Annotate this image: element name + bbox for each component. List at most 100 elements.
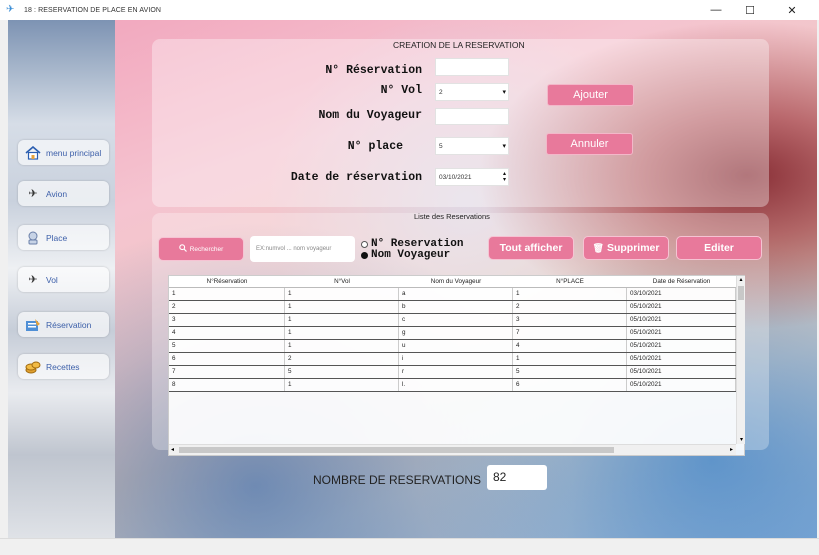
search-input[interactable]: EX:numvol ... nom voyageur — [250, 236, 355, 262]
table-cell: 3 — [513, 314, 627, 326]
chevron-down-icon: ▾ — [502, 143, 506, 150]
nav-label: Recettes — [46, 361, 80, 372]
scroll-up-icon[interactable]: ▴ — [737, 276, 745, 284]
supprimer-button[interactable]: 🗑 Supprimer — [583, 236, 669, 260]
nav-avion-button[interactable]: ✈ Avion — [18, 181, 109, 206]
column-header[interactable]: N°Vol — [285, 276, 399, 287]
form-title: CREATION DE LA RESERVATION — [393, 40, 525, 50]
table-cell: 05/10/2021 — [627, 314, 736, 326]
table-cell: 05/10/2021 — [627, 327, 736, 339]
table-cell: 05/10/2021 — [627, 301, 736, 313]
table-cell: 05/10/2021 — [627, 340, 736, 352]
nav-vol-button[interactable]: ✈ Vol — [18, 267, 109, 292]
table-row[interactable]: 2 1 b 2 05/10/2021 — [169, 301, 736, 314]
maximize-button[interactable]: ☐ — [733, 0, 767, 20]
table-row[interactable]: 1 1 a 1 03/10/2021 — [169, 288, 736, 301]
date-reservation-label: Date de réservation — [290, 171, 422, 184]
table-cell: 1 — [169, 288, 285, 300]
table-cell: l. — [399, 379, 513, 391]
reservation-icon — [25, 318, 41, 332]
table-cell: 05/10/2021 — [627, 366, 736, 378]
nom-voyageur-label: Nom du Voyageur — [318, 109, 422, 122]
annuler-button[interactable]: Annuler — [546, 133, 633, 155]
table-row[interactable]: 4 1 g 7 05/10/2021 — [169, 327, 736, 340]
column-header[interactable]: Date de Réservation — [627, 276, 736, 287]
app-window: ✈ 18 : RESERVATION DE PLACE EN AVION — ☐… — [0, 0, 819, 555]
nombre-reservations-label: NOMBRE DE RESERVATIONS — [313, 473, 482, 487]
table-cell: 1 — [513, 353, 627, 365]
table-row[interactable]: 8 1 l. 6 05/10/2021 — [169, 379, 736, 392]
chevron-down-icon: ▾ — [502, 89, 506, 96]
table-cell: 5 — [285, 366, 399, 378]
table-row[interactable]: 5 1 u 4 05/10/2021 — [169, 340, 736, 353]
scroll-thumb[interactable] — [179, 447, 614, 453]
num-place-select[interactable]: 5 ▾ — [435, 137, 509, 155]
table-row[interactable]: 6 2 i 1 05/10/2021 — [169, 353, 736, 366]
table-cell: b — [399, 301, 513, 313]
rechercher-label: Rechercher — [189, 245, 224, 253]
title-bar: ✈ 18 : RESERVATION DE PLACE EN AVION — ☐… — [0, 0, 819, 20]
editer-button[interactable]: Editer — [676, 236, 762, 260]
app-airplane-icon: ✈ — [6, 4, 15, 15]
sidebar: menu principal ✈ Avion Place ✈ Vol Réser… — [8, 20, 115, 538]
table-cell: 1 — [285, 379, 399, 391]
nombre-reservations-count: 82 — [487, 465, 547, 490]
nav-label: Avion — [46, 188, 68, 199]
table-cell: g — [399, 327, 513, 339]
nav-recettes-button[interactable]: Recettes — [18, 354, 109, 379]
table-cell: a — [399, 288, 513, 300]
close-button[interactable]: ✕ — [775, 0, 809, 20]
reservations-table[interactable]: N°Réservation N°Vol Nom du Voyageur N°PL… — [168, 275, 745, 456]
list-title: Liste des Reservations — [414, 212, 490, 221]
table-row[interactable]: 3 1 c 3 05/10/2021 — [169, 314, 736, 327]
date-reservation-picker[interactable]: 03/10/2021 ▴ ▾ — [435, 168, 509, 186]
spinner-icon: ▴ ▾ — [502, 171, 506, 183]
nav-reservation-button[interactable]: Réservation — [18, 312, 109, 337]
num-vol-value: 2 — [439, 88, 443, 96]
nav-place-button[interactable]: Place — [18, 225, 109, 250]
nav-label: Vol — [46, 274, 58, 285]
radio-nom-voyageur[interactable]: Nom Voyageur — [361, 249, 450, 261]
seat-icon — [25, 231, 41, 245]
num-vol-select[interactable]: 2 ▾ — [435, 83, 509, 101]
scroll-down-icon[interactable]: ▾ — [737, 436, 746, 443]
table-cell: 4 — [513, 340, 627, 352]
scroll-left-icon[interactable]: ◂ — [171, 446, 174, 453]
rechercher-button[interactable]: Rechercher — [158, 237, 244, 261]
num-reservation-input[interactable] — [435, 58, 509, 76]
table-cell: 6 — [513, 379, 627, 391]
nav-menu-principal-button[interactable]: menu principal — [18, 140, 109, 165]
ajouter-button[interactable]: Ajouter — [547, 84, 634, 106]
scroll-thumb[interactable] — [738, 286, 744, 300]
table-cell: 05/10/2021 — [627, 379, 736, 391]
scroll-right-icon[interactable]: ▸ — [730, 446, 733, 453]
tout-afficher-button[interactable]: Tout afficher — [488, 236, 574, 260]
nav-label: Réservation — [46, 319, 92, 330]
radio-circle-icon — [361, 251, 368, 259]
column-header[interactable]: N°Réservation — [169, 276, 285, 287]
table-cell: 8 — [169, 379, 285, 391]
radio-circle-icon — [361, 240, 368, 248]
supprimer-label: Supprimer — [606, 242, 660, 254]
table-cell: i — [399, 353, 513, 365]
column-header[interactable]: Nom du Voyageur — [399, 276, 513, 287]
num-reservation-label: N° Réservation — [325, 64, 422, 77]
table-cell: 7 — [169, 366, 285, 378]
column-header[interactable]: N°PLACE — [513, 276, 627, 287]
table-row[interactable]: 7 5 r 5 05/10/2021 — [169, 366, 736, 379]
table-cell: 05/10/2021 — [627, 353, 736, 365]
horizontal-scrollbar[interactable]: ◂ ▸ — [169, 444, 736, 455]
vertical-scrollbar[interactable]: ▴ ▾ — [736, 276, 745, 444]
minimize-button[interactable]: — — [699, 0, 733, 20]
status-bar — [0, 538, 819, 555]
table-cell: 1 — [285, 288, 399, 300]
flight-icon: ✈ — [28, 274, 38, 286]
table-cell: u — [399, 340, 513, 352]
table-cell: 1 — [285, 327, 399, 339]
search-icon — [178, 244, 187, 254]
nom-voyageur-input[interactable] — [435, 108, 509, 125]
table-cell: 2 — [285, 353, 399, 365]
window-title: 18 : RESERVATION DE PLACE EN AVION — [24, 6, 162, 14]
nav-label: Place — [46, 232, 68, 243]
date-value: 03/10/2021 — [439, 173, 472, 181]
